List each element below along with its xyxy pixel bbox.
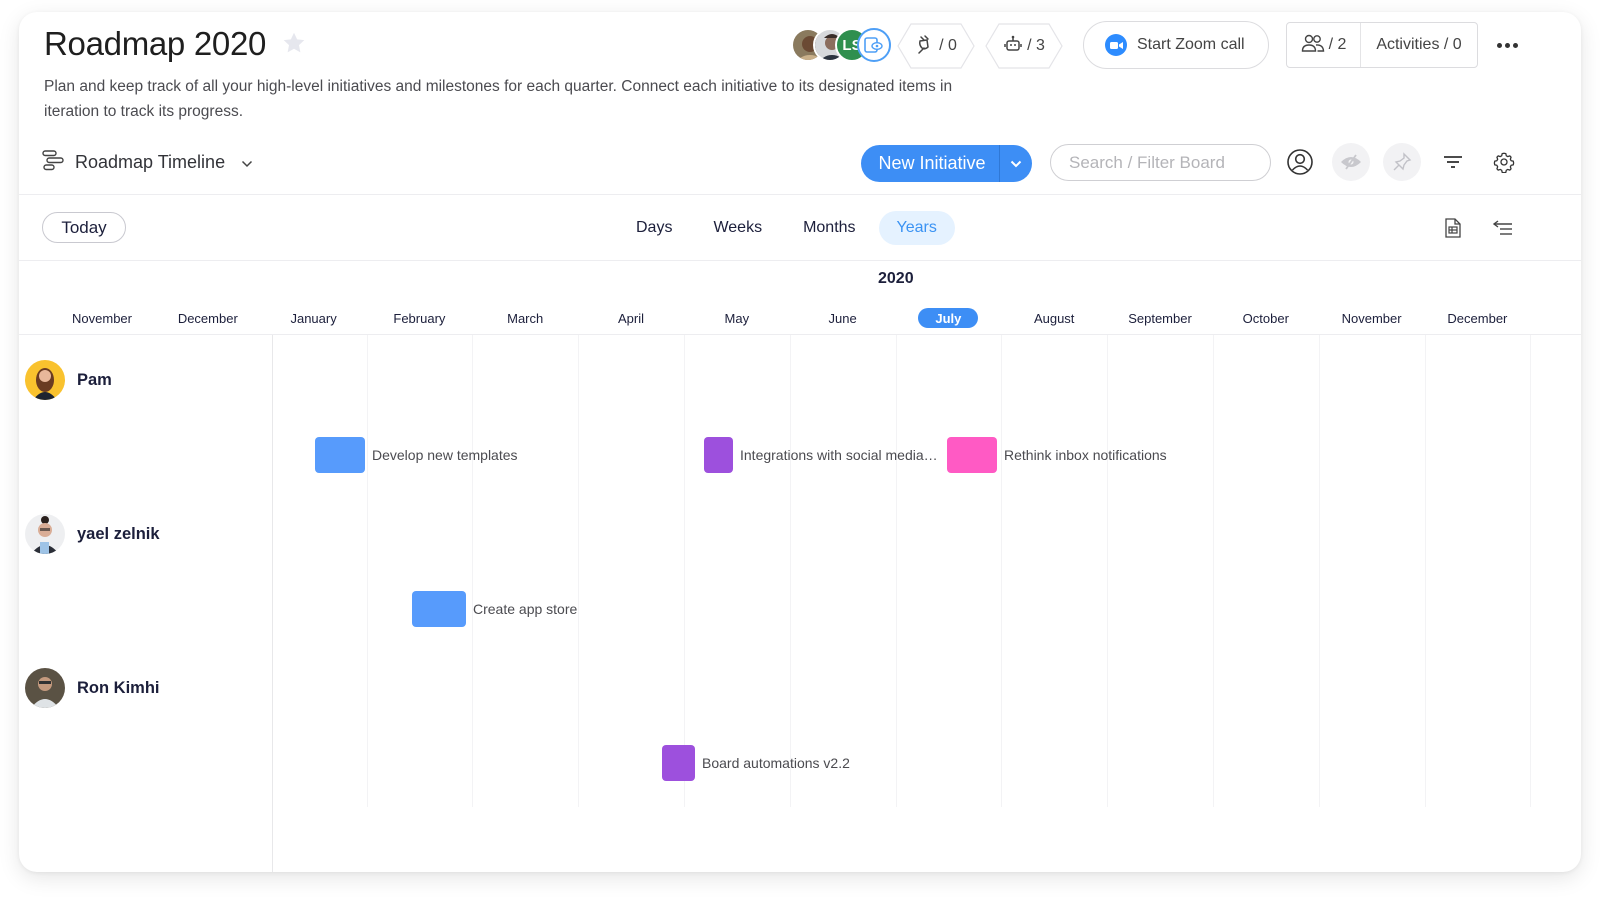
timeline-item[interactable]: Develop new templates xyxy=(315,437,518,473)
month-gridline xyxy=(683,335,685,807)
month-gridline xyxy=(1212,335,1214,807)
zoom-call-label: Start Zoom call xyxy=(1137,36,1245,53)
timeline-item[interactable]: Board automations v2.2 xyxy=(662,745,850,781)
group-name: yael zelnik xyxy=(77,524,160,543)
timeline-item[interactable]: Create app store xyxy=(412,591,577,627)
chevron-down-icon xyxy=(241,152,253,173)
item-label: Rethink inbox notifications xyxy=(1004,447,1167,463)
integrations-count: / 0 xyxy=(939,37,957,54)
item-bar[interactable] xyxy=(315,437,365,473)
avatar xyxy=(25,360,65,400)
new-initiative-dropdown-chevron-icon[interactable] xyxy=(999,145,1032,182)
more-options-icon[interactable] xyxy=(1492,30,1522,60)
guest-view-icon[interactable] xyxy=(857,28,891,62)
automations-robot-icon xyxy=(1003,34,1023,59)
month-label: December xyxy=(177,310,238,326)
timeline-view-icon xyxy=(41,148,65,177)
item-bar[interactable] xyxy=(947,437,997,473)
month-label: June xyxy=(828,310,857,326)
tab-months[interactable]: Months xyxy=(785,211,873,245)
group-header-pam[interactable]: Pam xyxy=(25,360,112,400)
filter-icon[interactable] xyxy=(1434,143,1472,181)
group-header-ron-kimhi[interactable]: Ron Kimhi xyxy=(25,668,160,708)
month-label: September xyxy=(1128,310,1192,326)
month-gridline xyxy=(789,335,791,807)
sidebar-divider xyxy=(272,335,273,872)
members-activities-box: / 2 Activities / 0 xyxy=(1286,22,1478,68)
month-gridline xyxy=(1530,335,1532,807)
group-header-yael-zelnik[interactable]: yael zelnik xyxy=(25,514,160,554)
month-label: February xyxy=(393,310,446,326)
item-bar[interactable] xyxy=(662,745,695,781)
tab-days[interactable]: Days xyxy=(618,211,690,245)
month-label: April xyxy=(617,310,645,326)
activities-button[interactable]: Activities / 0 xyxy=(1361,36,1477,54)
start-zoom-call-button[interactable]: Start Zoom call xyxy=(1083,21,1269,69)
board-description[interactable]: Plan and keep track of all your high-lev… xyxy=(44,74,994,124)
month-label: October xyxy=(1242,310,1289,326)
timeline-item[interactable]: Rethink inbox notifications xyxy=(947,437,1167,473)
item-label: Develop new templates xyxy=(372,447,518,463)
month-label: May xyxy=(724,310,750,326)
favorite-star-icon[interactable] xyxy=(281,30,307,56)
month-gridline xyxy=(1424,335,1426,807)
view-name: Roadmap Timeline xyxy=(75,152,226,172)
person-filter-icon[interactable] xyxy=(1281,143,1319,181)
zoom-camera-icon xyxy=(1105,34,1127,56)
today-button[interactable]: Today xyxy=(42,212,126,243)
automations-button[interactable]: / 3 xyxy=(985,23,1063,69)
month-gridline xyxy=(895,335,897,807)
members-button[interactable]: / 2 xyxy=(1287,23,1361,67)
board-title[interactable]: Roadmap 2020 xyxy=(44,25,266,63)
item-bar[interactable] xyxy=(412,591,466,627)
month-gridline xyxy=(472,335,474,807)
avatar xyxy=(25,514,65,554)
pin-icon[interactable] xyxy=(1383,143,1421,181)
month-label: December xyxy=(1447,310,1508,326)
year-label: 2020 xyxy=(878,270,914,287)
collapse-groups-icon[interactable] xyxy=(1491,216,1515,240)
item-label: Integrations with social media… xyxy=(740,447,938,463)
tab-weeks[interactable]: Weeks xyxy=(695,211,780,245)
export-sheet-icon[interactable] xyxy=(1441,216,1465,240)
month-header: November December January February March Apri… xyxy=(51,308,1551,328)
month-gridline xyxy=(1001,335,1003,807)
month-label-current: July xyxy=(918,308,979,328)
integrations-plug-icon xyxy=(915,34,935,59)
month-label: August xyxy=(1033,310,1075,326)
hide-eye-icon[interactable] xyxy=(1332,143,1370,181)
month-gridline xyxy=(366,335,368,807)
month-gridline xyxy=(1107,335,1109,807)
group-name: Ron Kimhi xyxy=(77,678,160,697)
search-filter-input[interactable] xyxy=(1050,144,1271,181)
month-label: January xyxy=(290,310,337,326)
time-scale-tabs: Days Weeks Months Years xyxy=(618,211,960,245)
item-label: Board automations v2.2 xyxy=(702,755,850,771)
avatar xyxy=(25,668,65,708)
board-card: Roadmap 2020 Plan and keep track of all … xyxy=(19,12,1581,872)
integrations-button[interactable]: / 0 xyxy=(897,23,975,69)
item-bar[interactable] xyxy=(704,437,733,473)
automations-count: / 3 xyxy=(1027,37,1045,54)
controls-divider xyxy=(19,260,1581,261)
new-initiative-button[interactable]: New Initiative xyxy=(861,145,1032,182)
group-name: Pam xyxy=(77,370,112,389)
settings-gear-icon[interactable] xyxy=(1485,143,1523,181)
item-label: Create app store xyxy=(473,601,578,617)
toolbar-divider xyxy=(19,194,1581,195)
month-label: November xyxy=(72,310,132,326)
month-label: November xyxy=(1341,310,1402,326)
month-gridline xyxy=(1318,335,1320,807)
tab-years[interactable]: Years xyxy=(878,211,955,245)
members-count: / 2 xyxy=(1328,36,1347,53)
timeline-item[interactable]: Integrations with social media… xyxy=(704,437,938,473)
month-label: March xyxy=(507,310,544,326)
month-header-divider xyxy=(19,334,1581,335)
month-gridline xyxy=(578,335,580,807)
view-selector[interactable]: Roadmap Timeline xyxy=(41,148,253,177)
new-initiative-label[interactable]: New Initiative xyxy=(861,153,999,174)
members-icon xyxy=(1301,33,1325,58)
